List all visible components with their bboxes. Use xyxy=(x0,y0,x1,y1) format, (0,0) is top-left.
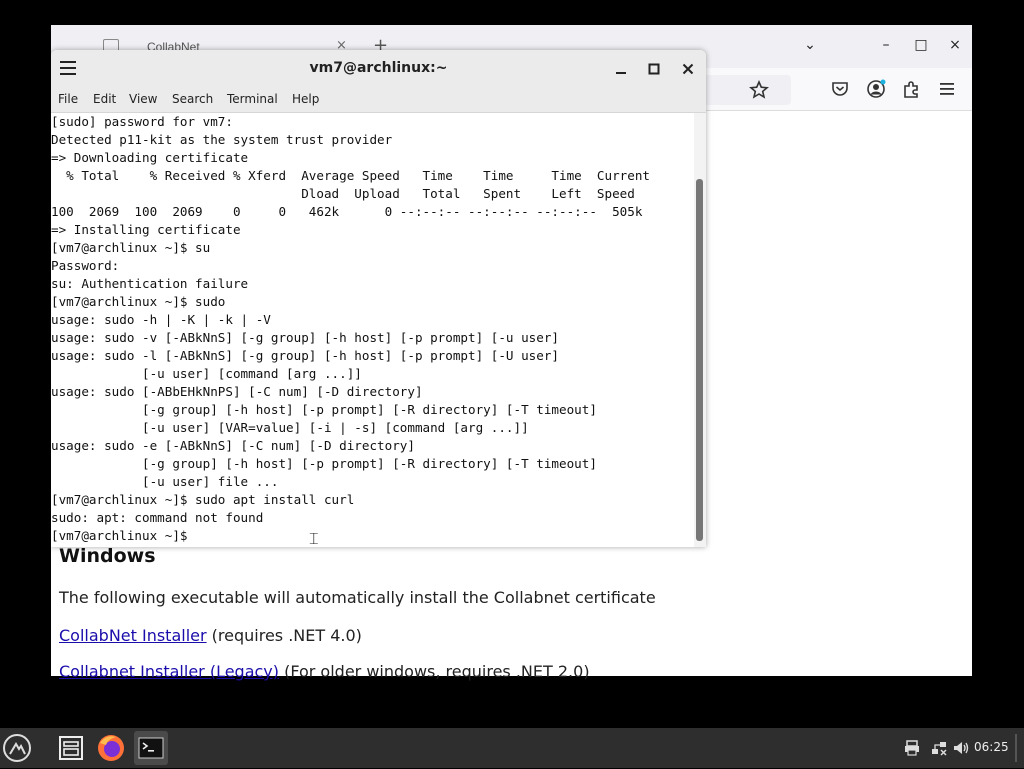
clock[interactable]: 06:25 xyxy=(974,740,1009,754)
app-launcher-icon[interactable] xyxy=(3,734,31,762)
terminal-text: [sudo] password for vm7: Detected p11-ki… xyxy=(51,114,650,543)
account-icon[interactable] xyxy=(865,78,887,100)
terminal-title: vm7@archlinux:~ xyxy=(309,60,448,76)
text-cursor-icon: ⌶ xyxy=(309,529,319,548)
terminal-titlebar[interactable]: vm7@archlinux:~ xyxy=(51,50,706,88)
terminal-icon xyxy=(138,737,164,759)
browser-close-button[interactable]: × xyxy=(946,37,964,53)
scrollbar-thumb[interactable] xyxy=(696,179,703,541)
taskbar-firefox[interactable] xyxy=(94,731,128,765)
link-note: (For older windows, requires .NET 2.0) xyxy=(279,662,590,681)
taskbar-file-manager[interactable] xyxy=(54,731,88,765)
collabnet-installer-link[interactable]: CollabNet Installer xyxy=(59,626,207,645)
network-icon[interactable] xyxy=(930,739,948,757)
browser-maximize-button[interactable]: □ xyxy=(912,37,930,53)
terminal-menubar: File Edit View Search Terminal Help xyxy=(51,88,706,113)
menu-view[interactable]: View xyxy=(129,92,157,106)
installer-link-row: CollabNet Installer (requires .NET 4.0) xyxy=(59,626,362,645)
terminal-scrollbar[interactable] xyxy=(694,113,706,547)
menu-edit[interactable]: Edit xyxy=(93,92,116,106)
browser-minimize-button[interactable]: – xyxy=(877,37,895,53)
page-paragraph: The following executable will automatica… xyxy=(59,588,656,607)
terminal-output[interactable]: [sudo] password for vm7: Detected p11-ki… xyxy=(51,113,693,547)
terminal-close-button[interactable] xyxy=(678,59,698,79)
firefox-icon xyxy=(98,735,124,761)
menu-search[interactable]: Search xyxy=(172,92,213,106)
link-note: (requires .NET 4.0) xyxy=(206,626,362,645)
collabnet-legacy-installer-link[interactable]: Collabnet Installer (Legacy) xyxy=(59,662,279,681)
terminal-minimize-button[interactable] xyxy=(611,59,631,79)
menu-help[interactable]: Help xyxy=(292,92,319,106)
file-manager-icon xyxy=(59,736,83,760)
volume-icon[interactable] xyxy=(952,739,970,757)
taskbar: 06:25 xyxy=(0,728,1024,768)
taskbar-terminal[interactable] xyxy=(134,731,168,765)
terminal-maximize-button[interactable] xyxy=(644,59,664,79)
list-all-tabs-icon[interactable]: ⌄ xyxy=(801,37,819,53)
terminal-window: vm7@archlinux:~ File Edit View Search Te… xyxy=(51,50,706,548)
menu-terminal[interactable]: Terminal xyxy=(227,92,278,106)
app-menu-icon[interactable] xyxy=(936,78,958,100)
extensions-icon[interactable] xyxy=(900,78,922,100)
page-heading: Windows xyxy=(59,545,156,567)
legacy-installer-link-row: Collabnet Installer (Legacy) (For older … xyxy=(59,662,590,681)
bookmark-star-icon[interactable] xyxy=(748,79,770,101)
printer-icon[interactable] xyxy=(903,739,921,757)
show-desktop-button[interactable] xyxy=(1015,734,1017,762)
pocket-icon[interactable] xyxy=(829,78,851,100)
menu-file[interactable]: File xyxy=(58,92,78,106)
